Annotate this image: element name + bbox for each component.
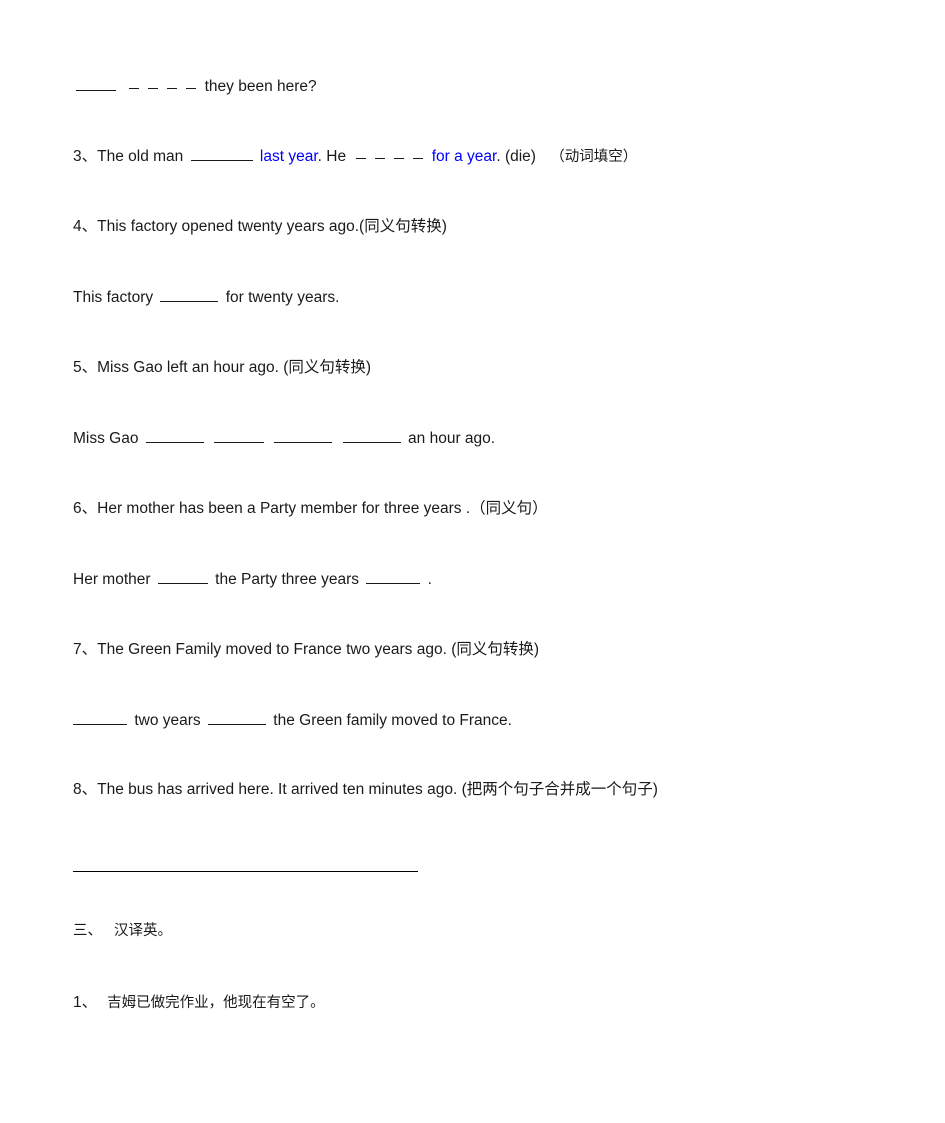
question-5-answer: Miss Gao an hour ago. [73,428,495,450]
blank-q4-a[interactable] [160,287,219,302]
blank-q6-a[interactable] [157,569,208,584]
question-7-answer-suffix: the Green family moved to France. [273,712,512,729]
question-8-text: The bus has arrived here. It arrived ten… [97,781,658,798]
blank-q3-a[interactable] [190,146,253,161]
question-6-answer-prefix: Her mother [73,571,151,588]
section-three-item-1-text: 吉姆已做完作业，他现在有空了。 [107,995,325,1011]
question-6-answer-middle: the Party three years [215,571,360,588]
dash-group-q3[interactable] [356,146,424,168]
worksheet-page: they been here? 3、The old man last year.… [0,0,945,1123]
blank-q5-d[interactable] [342,428,401,443]
blank-q7-b[interactable] [207,710,266,725]
question-4-answer-prefix: This factory [73,289,154,306]
question-7-number: 7、 [73,641,98,658]
question-5-answer-suffix: an hour ago. [408,430,496,447]
question-4-text: This factory opened twenty years ago.(同义… [97,218,447,235]
question-5-prompt: 5、Miss Gao left an hour ago. (同义句转换) [73,357,371,379]
question-6-number: 6、 [73,500,98,517]
question-3-number: 3、 [73,148,98,165]
section-three-item-1: 1、 吉姆已做完作业，他现在有空了。 [73,992,325,1014]
section-three-title: 汉译英。 [114,923,172,939]
question-3-hint-1: last year [259,148,318,165]
question-5-number: 5、 [73,359,98,376]
question-3-part2: . He [317,148,347,165]
question-6-answer: Her mother the Party three years . [73,569,432,591]
question-3-hint-2: for a year [431,148,497,165]
question-8-prompt: 8、The bus has arrived here. It arrived t… [73,779,658,801]
blank-q6-b[interactable] [366,569,421,584]
blank-q2-a[interactable] [76,76,116,91]
question-2-text: they been here? [204,78,317,95]
question-7-text: The Green Family moved to France two yea… [97,641,540,658]
question-7-answer-middle: two years [134,712,201,729]
question-4-answer: This factory for twenty years. [73,287,339,309]
question-5-text: Miss Gao left an hour ago. (同义句转换) [97,359,372,376]
question-3-instruction: （动词填空） [550,149,638,165]
question-3-part3: . (die) [496,148,536,165]
question-6-answer-suffix: . [427,571,432,588]
blank-q5-c[interactable] [274,428,333,443]
question-6-prompt: 6、Her mother has been a Party member for… [73,498,548,520]
question-3-part1: The old man [97,148,184,165]
question-8-number: 8、 [73,781,98,798]
section-three-heading: 三、 汉译英。 [73,920,172,942]
blank-q8-answer-rule[interactable] [73,871,418,872]
question-7-answer: two years the Green family moved to Fran… [73,710,512,732]
section-three-number: 三、 [73,923,102,939]
blank-q7-a[interactable] [73,710,127,725]
question-7-prompt: 7、The Green Family moved to France two y… [73,639,539,661]
question-5-answer-prefix: Miss Gao [73,430,139,447]
section-three-item-1-number: 1、 [73,994,98,1011]
dash-group-q2[interactable] [129,76,197,98]
blank-q5-a[interactable] [145,428,204,443]
question-4-answer-suffix: for twenty years. [225,289,340,306]
question-4-prompt: 4、This factory opened twenty years ago.(… [73,216,447,238]
question-4-number: 4、 [73,218,98,235]
question-6-text: Her mother has been a Party member for t… [97,500,548,517]
blank-q5-b[interactable] [214,428,265,443]
question-2-continuation: they been here? [73,76,317,98]
question-3: 3、The old man last year. He for a year. … [73,146,637,168]
